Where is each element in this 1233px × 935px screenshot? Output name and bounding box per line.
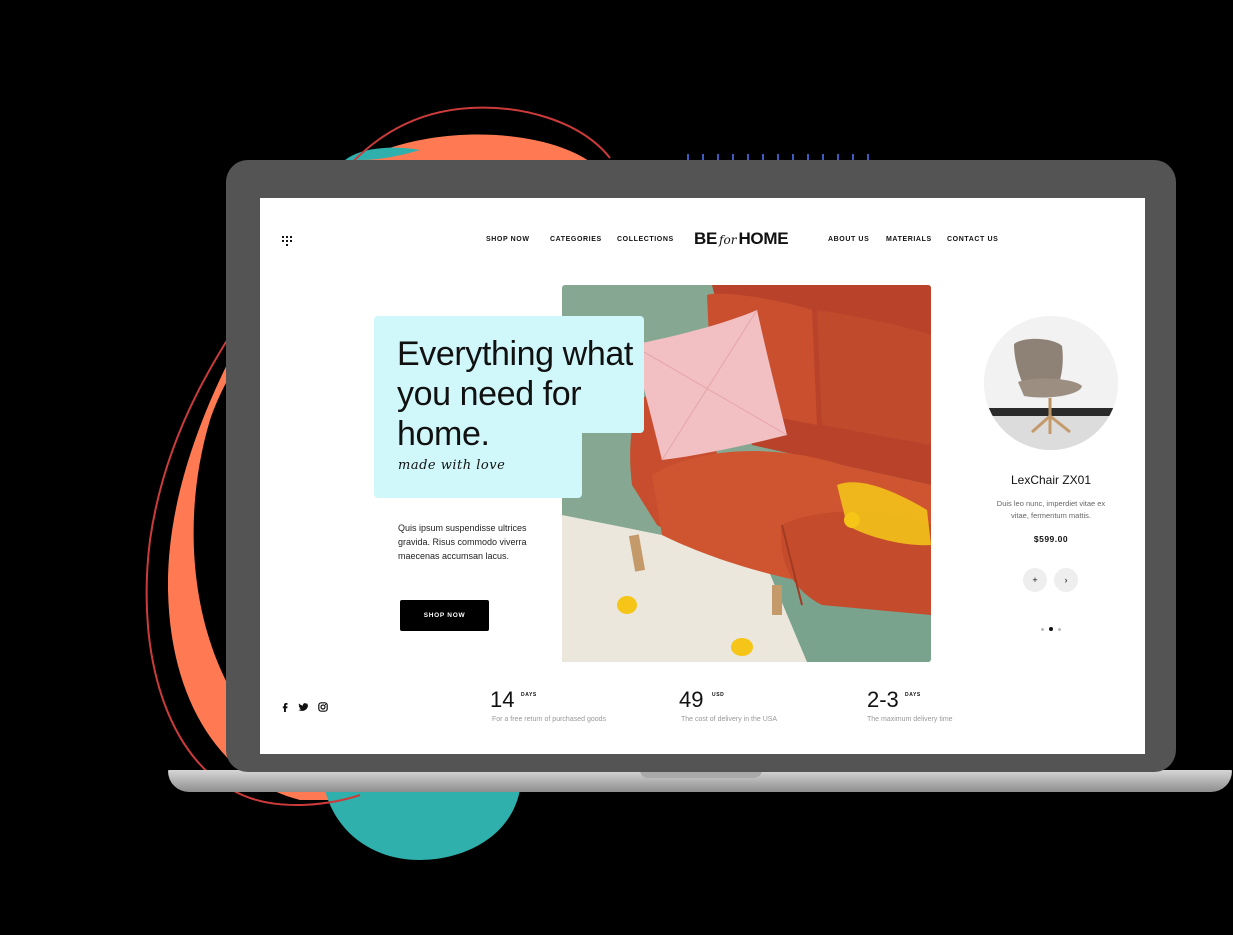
carousel-dot-1[interactable] [1041,628,1044,631]
product-name: LexChair ZX01 [1010,473,1092,487]
add-to-cart-button[interactable]: + [1023,568,1047,592]
teal-blob-bottom [325,790,520,860]
stat-2-unit: USD [712,692,725,698]
next-product-button[interactable]: › [1054,568,1078,592]
stat-1-value: 14 [490,687,515,712]
hero-description: Quis ipsum suspendisse ultrices gravida.… [398,523,527,561]
stat-3-unit: DAYS [905,692,921,698]
twitter-icon[interactable] [298,702,308,712]
facebook-icon[interactable] [280,702,290,712]
hero-script-tagline: made with love [398,458,506,473]
nav-materials[interactable]: MATERIALS [886,236,932,243]
logo-be: BE [694,229,718,248]
stat-2-value: 49 [679,687,704,712]
stat-3-value: 2-3 [867,687,899,712]
hero-title: Everything what you need for home. [397,335,633,453]
chair-illustration [984,316,1118,450]
stat-1-label: For a free return of purchased goods [492,716,607,723]
logo-home: HOME [738,229,789,248]
carousel-dot-2-active[interactable] [1049,627,1053,631]
brand-logo[interactable]: BE for HOME [694,229,789,253]
shop-now-button[interactable]: SHOP NOW [400,600,489,631]
nav-collections[interactable]: COLLECTIONS [617,236,674,243]
chair-product-image[interactable] [984,316,1118,450]
grid-menu-icon[interactable] [282,236,292,246]
nav-about-us[interactable]: ABOUT US [828,236,869,243]
nav-categories[interactable]: CATEGORIES [550,236,602,243]
instagram-icon[interactable] [318,702,328,712]
product-price: $599.00 [1033,534,1069,544]
carousel-dot-3[interactable] [1058,628,1061,631]
stat-2-label: The cost of delivery in the USA [681,716,778,723]
logo-for: for [716,230,739,252]
stat-3-label: The maximum delivery time [867,716,953,723]
product-description: Duis leo nunc, imperdiet vitae ex vitae,… [996,499,1106,520]
plus-icon: + [1032,575,1038,585]
nav-shop-now[interactable]: SHOP NOW [486,236,530,243]
stat-1-unit: DAYS [521,692,537,698]
nav-contact-us[interactable]: CONTACT US [947,236,998,243]
laptop-screen: SHOP NOW CATEGORIES COLLECTIONS BE for HOM… [260,198,1145,754]
chevron-right-icon: › [1064,575,1068,585]
